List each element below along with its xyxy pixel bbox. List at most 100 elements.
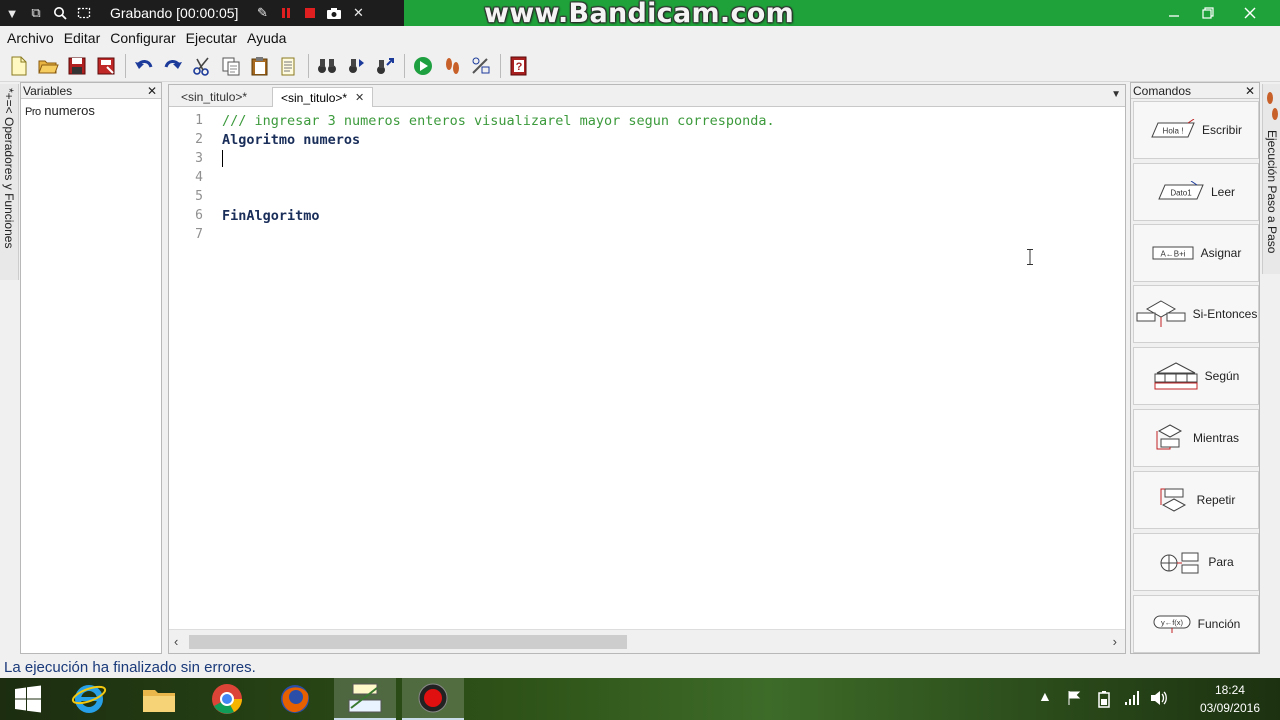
code-line: 3	[169, 149, 1125, 168]
system-clock[interactable]: 18:24 03/09/2016	[1200, 681, 1260, 717]
pause-icon[interactable]	[274, 0, 298, 26]
menu-editar[interactable]: Editar	[59, 30, 106, 46]
volume-icon[interactable]	[1150, 690, 1168, 706]
internet-explorer-taskbar-icon[interactable]	[58, 678, 120, 720]
code-text-area[interactable]: 1 /// ingresar 3 numeros enteros visuali…	[169, 111, 1125, 629]
pseint-taskbar-icon[interactable]	[334, 678, 396, 720]
region-select-icon[interactable]	[72, 0, 96, 26]
command-para-button[interactable]: Para	[1133, 533, 1259, 591]
camera-icon[interactable]	[322, 0, 346, 26]
toolbar-separator	[500, 53, 501, 78]
status-message: La ejecución ha finalizado sin errores.	[4, 658, 256, 676]
line-text: FinAlgoritmo	[222, 207, 320, 224]
command-label: Para	[1208, 555, 1234, 569]
command-leer-button[interactable]: Dato1 Leer	[1133, 163, 1259, 221]
tab-sin-titulo-1[interactable]: <sin_titulo>*	[173, 87, 255, 107]
chrome-icon	[212, 684, 242, 714]
paste-icon[interactable]	[247, 53, 273, 79]
command-label: Asignar	[1200, 246, 1242, 260]
command-escribir-button[interactable]: Hola ! Escribir	[1133, 101, 1259, 159]
decision-diamond-icon	[1136, 300, 1186, 327]
scroll-left-icon[interactable]: ‹	[174, 634, 178, 649]
close-icon[interactable]: ✕	[1245, 84, 1255, 98]
menu-archivo[interactable]: Archivo	[2, 30, 59, 46]
show-hidden-icons-icon[interactable]: ▲	[1038, 688, 1052, 704]
open-folder-icon[interactable]	[35, 53, 61, 79]
for-loop-icon	[1160, 552, 1199, 574]
restore-icon[interactable]	[1190, 0, 1226, 26]
search-binoculars-icon[interactable]	[314, 53, 340, 79]
cut-icon[interactable]	[189, 53, 215, 79]
undo-icon[interactable]	[131, 53, 157, 79]
find-next-icon[interactable]	[343, 53, 369, 79]
commands-title: Comandos	[1133, 83, 1192, 98]
command-label: Mientras	[1192, 431, 1239, 445]
variables-title: Variables	[23, 83, 73, 98]
stop-icon[interactable]	[298, 0, 322, 26]
flag-icon[interactable]	[1066, 690, 1082, 706]
flowchart-draw-icon[interactable]	[468, 53, 494, 79]
step-footprints-icon[interactable]	[439, 53, 465, 79]
help-icon[interactable]: ?	[506, 53, 532, 79]
repeat-loop-icon	[1160, 488, 1186, 512]
scrollbar-thumb[interactable]	[189, 635, 627, 649]
operator-symbols: *+=<	[2, 88, 16, 114]
replace-icon[interactable]	[372, 53, 398, 79]
copy-icon[interactable]	[218, 53, 244, 79]
battery-icon[interactable]	[1096, 690, 1112, 708]
window-close-icon[interactable]	[1232, 0, 1268, 26]
code-line: 5	[169, 187, 1125, 206]
tab-list-dropdown-icon[interactable]: ▼	[1111, 89, 1121, 100]
command-segun-button[interactable]: Según	[1133, 347, 1259, 405]
bandicam-recorder-bar: ▼ ⧉ Grabando [00:00:05] ✎ ✕	[0, 0, 404, 26]
clock-date: 03/09/2016	[1199, 701, 1260, 715]
toolbar-separator	[404, 53, 405, 78]
variable-item[interactable]: Pro numeros	[21, 99, 161, 122]
command-mientras-button[interactable]: Mientras	[1133, 409, 1259, 467]
redo-icon[interactable]	[160, 53, 186, 79]
internet-explorer-icon	[71, 685, 107, 713]
minimize-icon[interactable]	[1156, 0, 1192, 26]
signal-icon[interactable]	[1124, 690, 1140, 706]
dato-parallelogram-icon: Dato1	[1158, 181, 1204, 200]
command-repetir-button[interactable]: Repetir	[1133, 471, 1259, 529]
variables-header: Variables ✕	[21, 83, 161, 99]
leer-glyph: Dato1	[1170, 189, 1192, 198]
status-bar: La ejecución ha finalizado sin errores.	[0, 656, 1280, 678]
menu-ayuda[interactable]: Ayuda	[242, 30, 291, 46]
line-text: /// ingresar 3 numeros enteros visualiza…	[222, 112, 775, 129]
command-asignar-button[interactable]: A←B+i Asignar	[1133, 224, 1259, 282]
dropdown-arrow-icon[interactable]: ▼	[0, 0, 24, 26]
menu-configurar[interactable]: Configurar	[105, 30, 180, 46]
tab-close-icon[interactable]: ✕	[355, 91, 364, 104]
scroll-right-icon[interactable]: ›	[1113, 634, 1117, 649]
firefox-taskbar-icon[interactable]	[264, 678, 326, 720]
menu-ejecutar[interactable]: Ejecutar	[181, 30, 242, 46]
run-play-icon[interactable]	[410, 53, 436, 79]
start-button[interactable]	[0, 678, 56, 720]
chrome-taskbar-icon[interactable]	[196, 678, 258, 720]
line-number: 2	[195, 132, 203, 147]
step-execution-strip[interactable]: Ejecución Paso a Paso	[1262, 84, 1280, 274]
close-icon[interactable]: ✕	[147, 84, 157, 98]
command-label: Repetir	[1196, 493, 1236, 507]
save-icon[interactable]	[64, 53, 90, 79]
operators-strip[interactable]: *+=< Operadores y Funciones	[0, 84, 19, 280]
document-edit-icon[interactable]	[276, 53, 302, 79]
save-as-icon[interactable]	[93, 53, 119, 79]
horizontal-scrollbar[interactable]: ‹ ›	[169, 629, 1125, 653]
tab-sin-titulo-2[interactable]: <sin_titulo>* ✕	[272, 87, 374, 107]
switch-structure-icon	[1154, 362, 1198, 390]
close-icon[interactable]: ✕	[346, 0, 370, 26]
bandicam-taskbar-icon[interactable]	[402, 678, 464, 720]
command-si-entonces-button[interactable]: Si-Entonces	[1133, 285, 1259, 343]
command-funcion-button[interactable]: y←f(x) Función	[1133, 595, 1259, 653]
pencil-icon[interactable]: ✎	[250, 0, 274, 26]
new-file-icon[interactable]	[6, 53, 32, 79]
code-line: 4	[169, 168, 1125, 187]
file-explorer-taskbar-icon[interactable]	[128, 678, 190, 720]
search-icon[interactable]	[48, 0, 72, 26]
command-label: Escribir	[1201, 123, 1242, 137]
window-mode-icon[interactable]: ⧉	[24, 0, 48, 26]
variables-panel: Variables ✕ Pro numeros	[20, 82, 162, 654]
